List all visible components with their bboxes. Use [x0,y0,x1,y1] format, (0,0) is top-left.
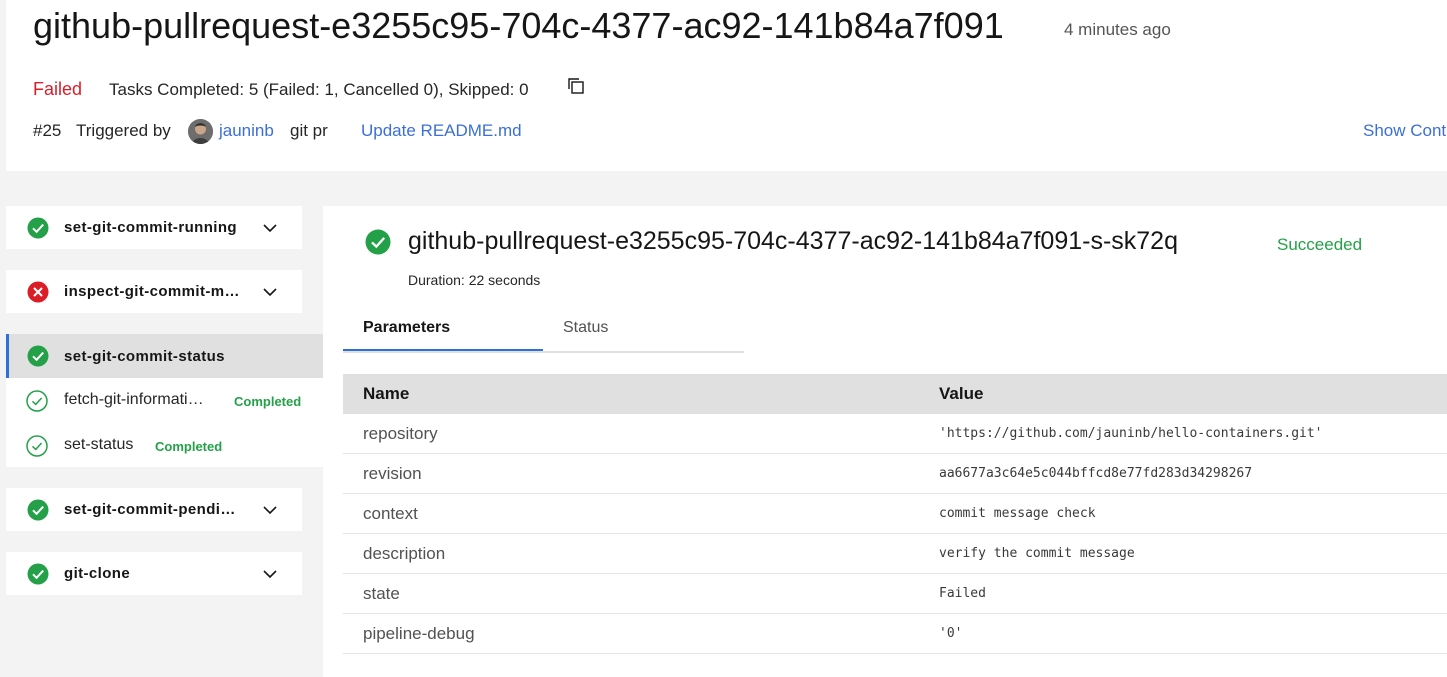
param-name: state [363,584,400,603]
task-item-git-clone[interactable]: git-clone [6,552,302,595]
task-group-set-git-commit-status: set-git-commit-status fetch-git-informat… [6,334,323,467]
task-name: git-clone [64,565,131,582]
chevron-down-icon[interactable] [262,284,278,300]
tab-status[interactable]: Status [543,309,743,351]
run-header: github-pullrequest-e3255c95-704c-4377-ac… [6,0,1447,171]
step-item-fetch-git-information[interactable]: fetch-git-informati… Completed [6,380,323,422]
avatar [188,119,213,144]
tab-parameters[interactable]: Parameters [343,309,543,351]
step-item-set-status[interactable]: set-status Completed [6,425,323,467]
param-value: 'https://github.com/jauninb/hello-contai… [939,426,1323,441]
table-row: context commit message check [343,494,1447,534]
detail-tabs: Parameters Status [343,309,744,353]
error-icon [27,281,49,303]
run-number: #25 [33,121,62,140]
success-icon [27,499,49,521]
param-value: commit message check [939,506,1096,521]
tab-label: Parameters [363,319,451,336]
task-name: set-git-commit-status [64,348,225,365]
task-run-detail: github-pullrequest-e3255c95-704c-4377-ac… [323,206,1447,677]
param-value: Failed [939,586,986,601]
param-value: aa6677a3c64e5c044bffcd8e77fd283d34298267 [939,466,1253,481]
param-value: '0' [939,626,963,641]
task-item-set-git-commit-running[interactable]: set-git-commit-running [6,206,302,249]
success-icon [27,217,49,239]
column-header-name: Name [363,384,410,403]
tasks-summary: Tasks Completed: 5 (Failed: 1, Cancelled… [109,80,529,99]
chevron-down-icon[interactable] [262,502,278,518]
copy-icon[interactable] [567,77,585,95]
step-name: set-status [64,436,134,453]
param-name: revision [363,464,422,483]
success-icon [27,345,49,367]
task-name: set-git-commit-running [64,219,237,236]
param-name: pipeline-debug [363,624,475,643]
table-row: pipeline-debug '0' [343,614,1447,654]
param-value: verify the commit message [939,546,1135,561]
task-run-status: Succeeded [1277,235,1363,254]
column-header-value: Value [939,384,984,403]
trigger-user-link[interactable]: jauninb [219,121,274,141]
param-name: repository [363,424,438,443]
success-icon [365,229,391,255]
chevron-down-icon[interactable] [262,220,278,236]
param-name: description [363,544,446,563]
success-icon [27,563,49,585]
show-context-link[interactable]: Show Context [1363,121,1447,141]
step-status-badge: Completed [234,394,302,409]
task-item-inspect-git-commit[interactable]: inspect-git-commit-m… [6,270,302,313]
task-item-set-git-commit-status[interactable]: set-git-commit-status [6,334,323,378]
step-name: fetch-git-informati… [64,391,204,408]
table-header: Name Value [343,374,1447,414]
tab-label: Status [563,319,609,336]
checkmark-outline-icon [26,390,48,412]
task-name: set-git-commit-pendi… [64,501,236,518]
table-row: revision aa6677a3c64e5c044bffcd8e77fd283… [343,454,1447,494]
task-item-set-git-commit-pending[interactable]: set-git-commit-pendi… [6,488,302,531]
table-row: repository 'https://github.com/jauninb/h… [343,414,1447,454]
param-name: context [363,504,418,523]
table-row: description verify the commit message [343,534,1447,574]
task-run-duration: Duration: 22 seconds [408,272,541,288]
task-name: inspect-git-commit-m… [64,283,240,300]
task-run-title: github-pullrequest-e3255c95-704c-4377-ac… [408,227,1178,255]
chevron-down-icon[interactable] [262,566,278,582]
checkmark-outline-icon [26,435,48,457]
run-status: Failed [33,79,83,99]
trigger-source: git pr [290,121,328,140]
page-title: github-pullrequest-e3255c95-704c-4377-ac… [33,5,1004,46]
step-status-badge: Completed [155,439,223,454]
run-age: 4 minutes ago [1064,20,1171,39]
commit-link[interactable]: Update README.md [361,121,522,141]
parameters-table: Name Value repository 'https://github.co… [343,374,1447,654]
table-row: state Failed [343,574,1447,614]
triggered-by-label: Triggered by [76,121,171,140]
